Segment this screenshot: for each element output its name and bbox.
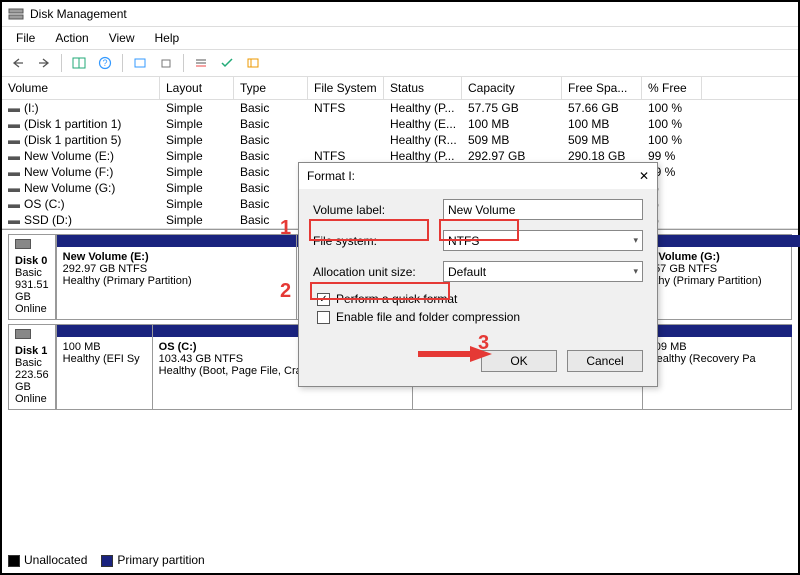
check-button[interactable] <box>215 52 239 74</box>
table-row[interactable]: ▬(Disk 1 partition 5)SimpleBasicHealthy … <box>2 132 798 148</box>
col-volume[interactable]: Volume <box>2 77 160 99</box>
settings-button[interactable] <box>241 52 265 74</box>
partition[interactable]: New Volume (E:)292.97 GB NTFSHealthy (Pr… <box>56 235 296 319</box>
grid-header: Volume Layout Type File System Status Ca… <box>2 77 798 100</box>
dialog-titlebar: Format I: ✕ <box>299 163 657 189</box>
menubar: File Action View Help <box>2 27 798 50</box>
properties-button[interactable] <box>154 52 178 74</box>
filesystem-label: File system: <box>313 234 443 248</box>
compression-checkbox[interactable] <box>317 311 330 324</box>
partition[interactable]: 509 MBHealthy (Recovery Pa <box>642 325 792 409</box>
compression-label: Enable file and folder compression <box>336 310 520 324</box>
col-type[interactable]: Type <box>234 77 308 99</box>
help-button[interactable]: ? <box>93 52 117 74</box>
view-options-button[interactable] <box>67 52 91 74</box>
allocation-select[interactable]: Default▾ <box>443 261 643 282</box>
menu-help[interactable]: Help <box>147 29 188 47</box>
legend: Unallocated Primary partition <box>8 553 205 567</box>
legend-unallocated: Unallocated <box>24 553 87 567</box>
legend-primary: Primary partition <box>117 553 204 567</box>
filesystem-select[interactable]: NTFS▾ <box>443 230 643 251</box>
col-pctfree[interactable]: % Free <box>642 77 702 99</box>
list-button[interactable] <box>189 52 213 74</box>
format-dialog: Format I: ✕ Volume label: New Volume Fil… <box>298 162 658 387</box>
volume-label-input[interactable]: New Volume <box>443 199 643 220</box>
col-capacity[interactable]: Capacity <box>462 77 562 99</box>
chevron-down-icon: ▾ <box>633 235 638 246</box>
toolbar: ? <box>2 50 798 77</box>
titlebar: Disk Management <box>2 2 798 27</box>
table-row[interactable]: ▬(Disk 1 partition 1)SimpleBasicHealthy … <box>2 116 798 132</box>
col-layout[interactable]: Layout <box>160 77 234 99</box>
allocation-label: Allocation unit size: <box>313 265 443 279</box>
chevron-down-icon: ▾ <box>633 266 638 277</box>
ok-button[interactable]: OK <box>481 350 557 372</box>
back-button[interactable] <box>6 52 30 74</box>
dialog-title-text: Format I: <box>307 169 355 183</box>
disk-label: Disk 1Basic223.56 GBOnline <box>9 325 56 409</box>
volume-label-label: Volume label: <box>313 203 443 217</box>
close-icon[interactable]: ✕ <box>639 169 649 183</box>
col-filesystem[interactable]: File System <box>308 77 384 99</box>
svg-text:?: ? <box>102 58 107 68</box>
window-title: Disk Management <box>30 7 127 21</box>
disk-icon <box>15 329 31 339</box>
col-status[interactable]: Status <box>384 77 462 99</box>
quick-format-checkbox[interactable]: ✓ <box>317 293 330 306</box>
forward-button[interactable] <box>32 52 56 74</box>
disk-label: Disk 0Basic931.51 GBOnline <box>9 235 56 319</box>
legend-swatch-primary <box>101 555 113 567</box>
refresh-button[interactable] <box>128 52 152 74</box>
col-freespace[interactable]: Free Spa... <box>562 77 642 99</box>
quick-format-label: Perform a quick format <box>336 292 457 306</box>
table-row[interactable]: ▬(I:)SimpleBasicNTFSHealthy (P...57.75 G… <box>2 100 798 116</box>
menu-view[interactable]: View <box>101 29 143 47</box>
disk-icon <box>15 239 31 249</box>
partition[interactable]: 100 MBHealthy (EFI Sy <box>56 325 152 409</box>
menu-file[interactable]: File <box>8 29 43 47</box>
legend-swatch-unallocated <box>8 555 20 567</box>
cancel-button[interactable]: Cancel <box>567 350 643 372</box>
menu-action[interactable]: Action <box>47 29 96 47</box>
app-icon <box>8 6 24 22</box>
